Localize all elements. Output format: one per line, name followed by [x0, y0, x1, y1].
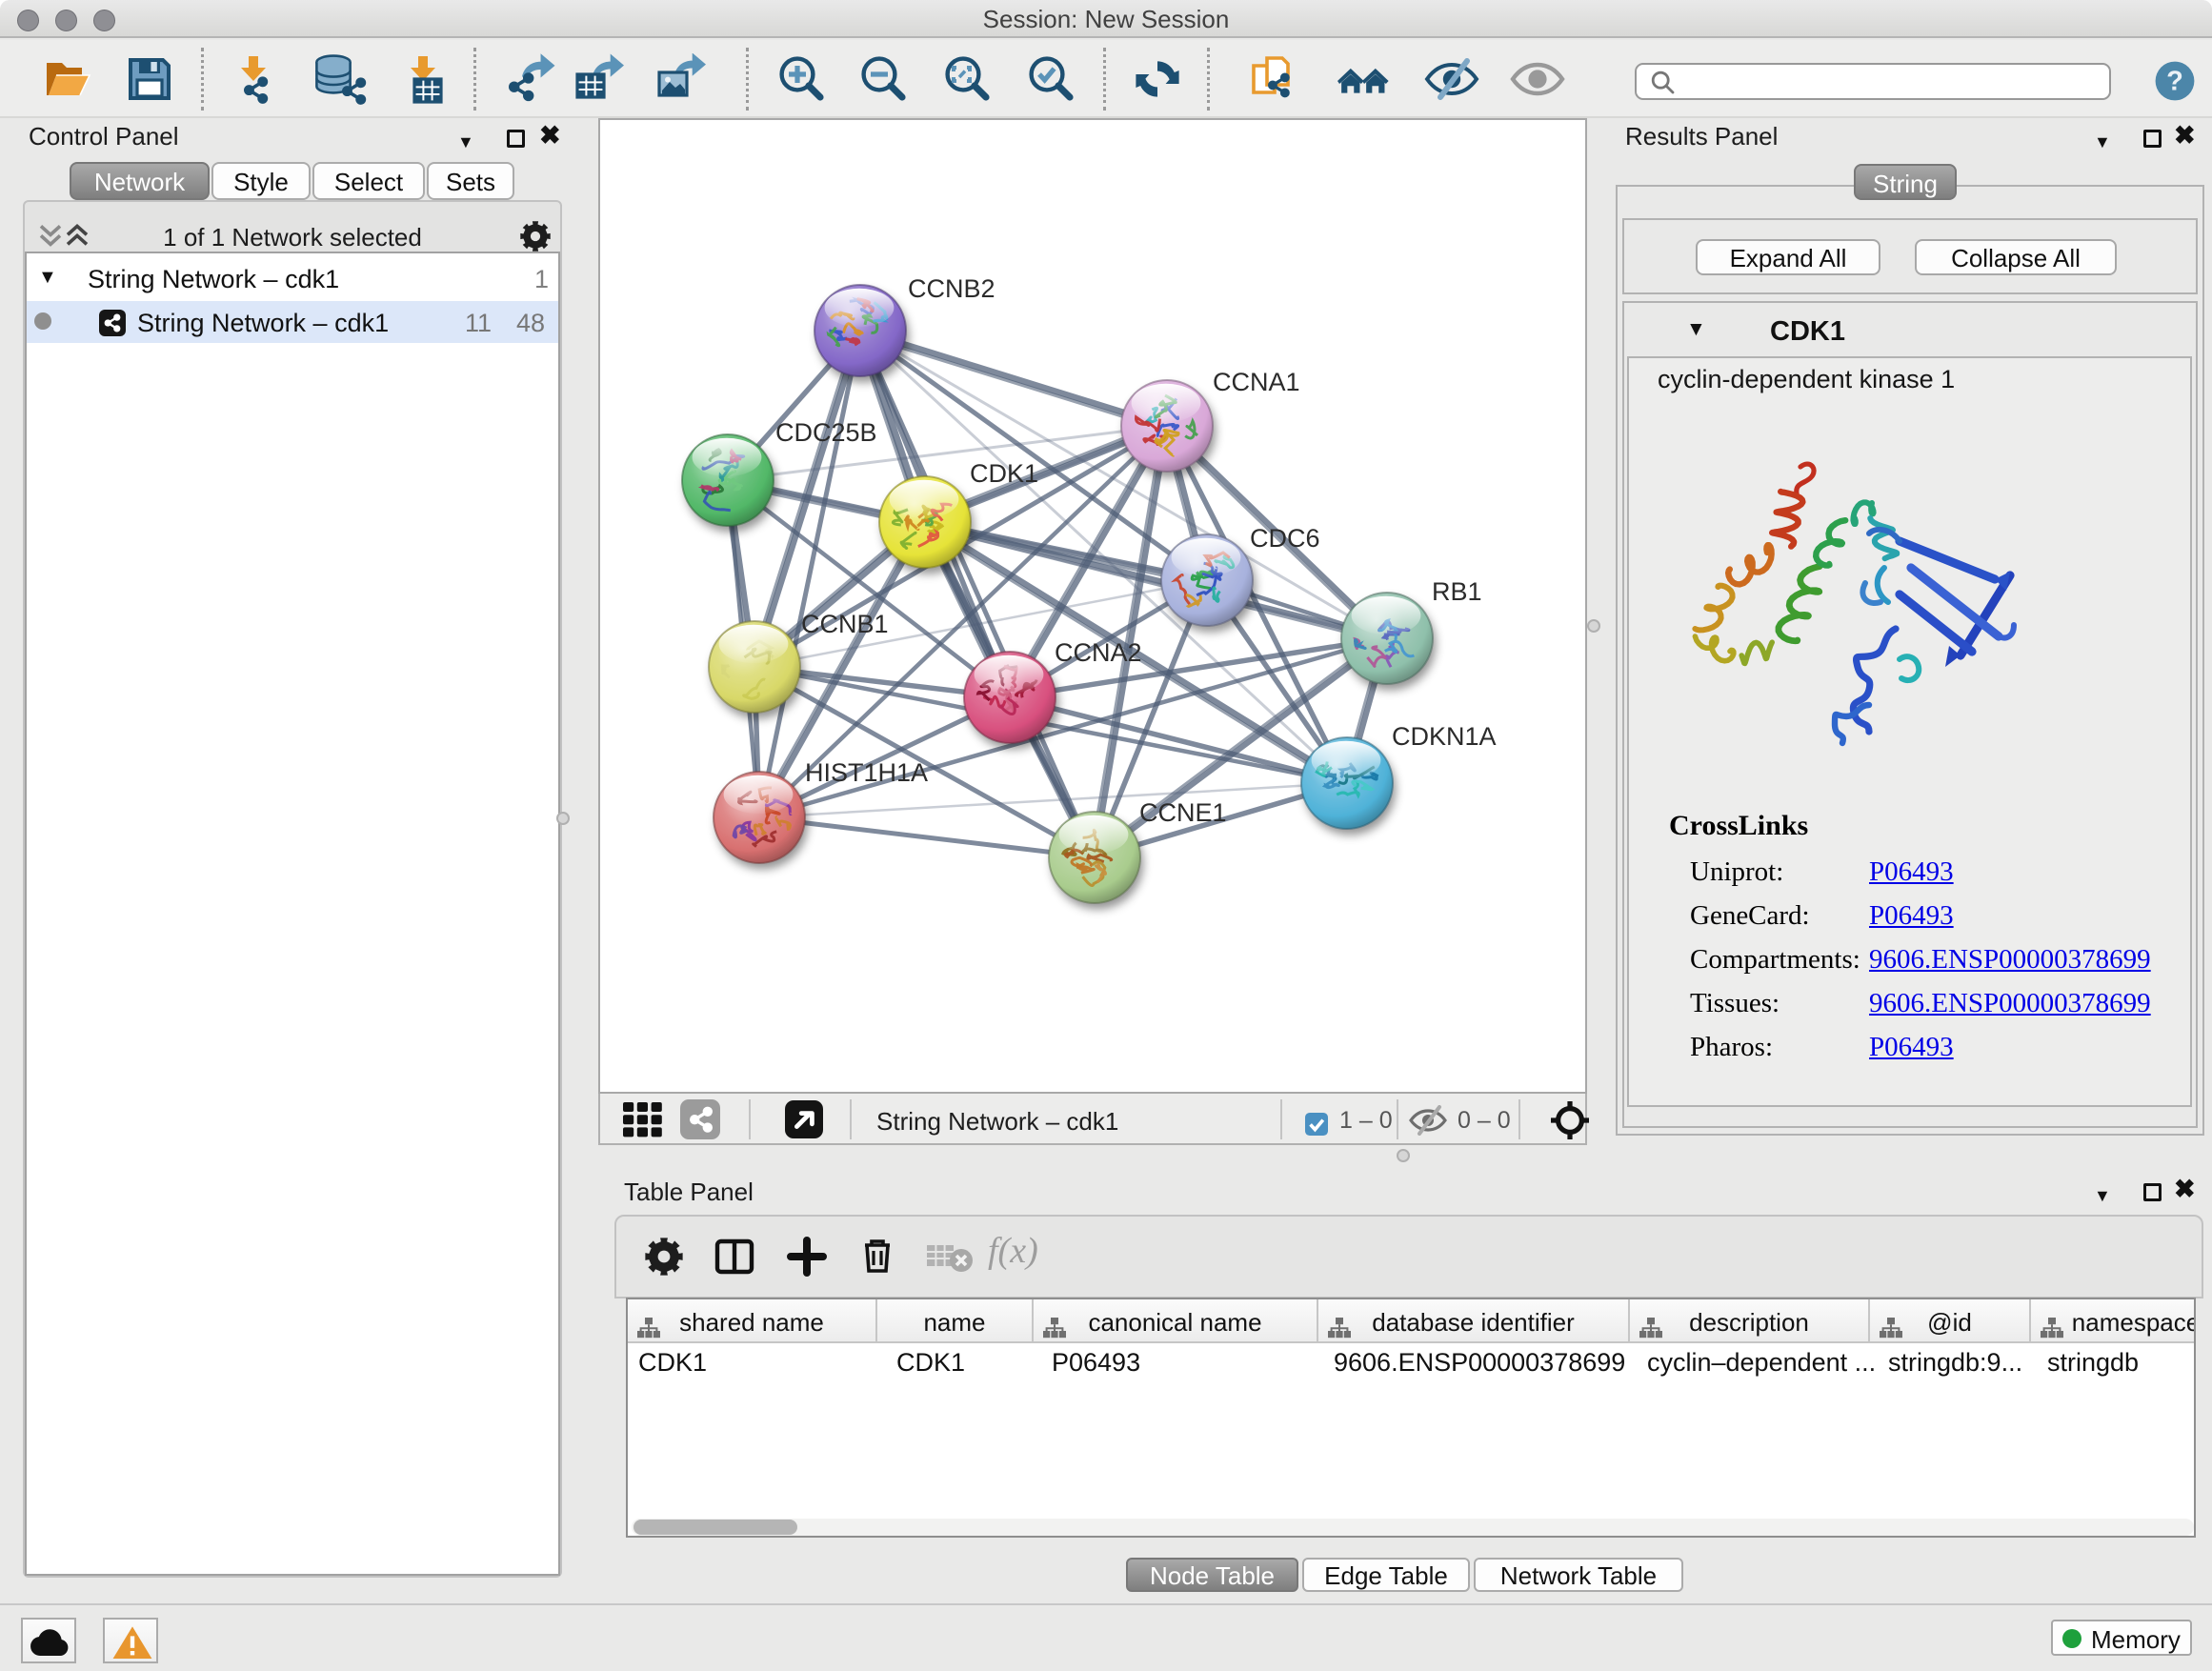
svg-text:CDKN1A: CDKN1A: [1392, 722, 1497, 751]
svg-text:CDC25B: CDC25B: [775, 418, 877, 447]
svg-text:CCNB2: CCNB2: [908, 274, 995, 303]
svg-text:CCNE1: CCNE1: [1139, 798, 1227, 827]
svg-text:CDC6: CDC6: [1250, 524, 1320, 553]
svg-text:CDK1: CDK1: [970, 459, 1038, 488]
svg-text:CCNA1: CCNA1: [1213, 368, 1300, 396]
svg-text:CCNA2: CCNA2: [1055, 638, 1142, 667]
svg-text:RB1: RB1: [1432, 577, 1482, 606]
svg-text:HIST1H1A: HIST1H1A: [805, 758, 928, 787]
svg-text:CCNB1: CCNB1: [801, 610, 889, 638]
svg-text:?: ?: [2166, 67, 2183, 97]
